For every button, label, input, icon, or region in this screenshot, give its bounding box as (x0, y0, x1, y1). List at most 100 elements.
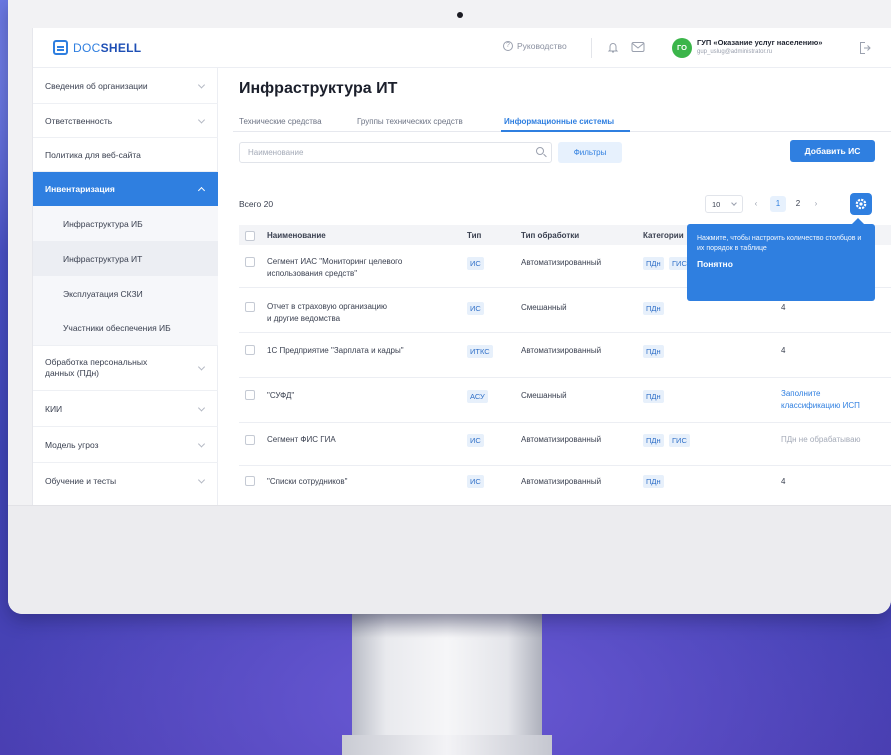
chevron-down-icon (197, 363, 206, 371)
add-system-button[interactable]: Добавить ИС (790, 140, 875, 162)
row-checkbox[interactable] (245, 257, 255, 267)
row-name: Сегмент ИАС "Мониторинг целевого (267, 257, 403, 266)
category-badge: ПДн (643, 257, 664, 270)
sidebar-subitem-skzi[interactable]: Эксплуатация СКЗИ (33, 276, 218, 311)
chevron-up-icon (197, 186, 206, 195)
row-extra: ПДн не обрабатываю (781, 435, 861, 444)
type-badge: ИС (467, 257, 484, 270)
app-header: DOCSHELL ? Руководство ГО ГУП «Оказание … (33, 28, 891, 68)
row-processing: Автоматизированный (521, 477, 602, 486)
category-badge: ПДн (643, 475, 664, 488)
logo-text: DOCSHELL (73, 40, 142, 55)
mail-icon[interactable] (631, 41, 645, 53)
row-name: Отчет в страховую организацию (267, 302, 387, 311)
monitor-stand-base (342, 735, 552, 755)
sidebar-subitem-participants[interactable]: Участники обеспечения ИБ (33, 311, 218, 346)
row-checkbox[interactable] (245, 302, 255, 312)
sidebar-subitem-infra-it[interactable]: Инфраструктура ИТ (33, 241, 218, 276)
category-badge: ГИС (669, 434, 690, 447)
page-size-select[interactable]: 10 (705, 195, 743, 213)
column-name[interactable]: Наименование (267, 231, 326, 240)
type-badge: ИТКС (467, 345, 493, 358)
tab-technical-means[interactable]: Технические средства (239, 117, 322, 126)
help-link[interactable]: ? Руководство (503, 41, 567, 51)
row-checkbox[interactable] (245, 345, 255, 355)
chevron-down-icon (197, 80, 206, 89)
row-name: "СУФД" (267, 391, 295, 400)
chevron-down-icon (197, 403, 206, 412)
settings-tooltip: Нажмите, чтобы настроить количество стол… (687, 218, 875, 301)
type-badge: ИС (467, 434, 484, 447)
help-label: Руководство (517, 41, 567, 51)
row-extra: 4 (781, 303, 786, 312)
column-processing[interactable]: Тип обработки (521, 231, 579, 240)
filters-button[interactable]: Фильтры (558, 142, 622, 163)
row-name: 1С Предприятие "Зарплата и кадры" (267, 346, 404, 355)
sidebar-item-threat-model[interactable]: Модель угроз (33, 427, 218, 463)
header-divider (591, 38, 592, 58)
monitor: DOCSHELL ? Руководство ГО ГУП «Оказание … (8, 0, 891, 614)
logo-icon (53, 40, 68, 55)
bell-icon[interactable] (606, 40, 620, 54)
sidebar-item-responsibility[interactable]: Ответственность (33, 104, 218, 138)
sidebar-item-pdn[interactable]: Обработка персональных данных (ПДн) (33, 346, 218, 391)
monitor-stand-shadow (352, 612, 542, 638)
table-settings-button[interactable] (850, 193, 872, 215)
row-processing: Смешанный (521, 303, 567, 312)
category-badge: ПДн (643, 434, 664, 447)
sidebar-item-inventory[interactable]: Инвентаризация (33, 172, 218, 206)
type-badge: ИС (467, 475, 484, 488)
row-name: Сегмент ФИС ГИА (267, 435, 336, 444)
sidebar-item-website-policy[interactable]: Политика для веб-сайта (33, 138, 218, 172)
total-count: Всего 20 (239, 199, 274, 209)
category-badge: ПДн (643, 345, 664, 358)
search-icon[interactable] (536, 147, 544, 155)
row-processing: Автоматизированный (521, 258, 602, 267)
row-processing: Автоматизированный (521, 346, 602, 355)
chevron-down-icon (197, 439, 206, 448)
page-1[interactable]: 1 (770, 196, 786, 212)
chevron-down-icon (197, 476, 206, 484)
row-name: "Списки сотрудников" (267, 477, 348, 486)
category-badge: ПДн (643, 390, 664, 403)
sidebar: Сведения об организации Ответственность … (33, 68, 218, 505)
search-input[interactable]: Наименование (239, 142, 552, 163)
select-all-checkbox[interactable] (245, 231, 255, 241)
avatar[interactable]: ГО (672, 38, 692, 58)
type-badge: ИС (467, 302, 484, 315)
fill-classification-link[interactable]: Заполните классификацию ИСП (781, 388, 877, 412)
logo[interactable]: DOCSHELL (53, 40, 141, 55)
prev-page-icon[interactable]: ‹ (751, 196, 761, 212)
gear-icon (855, 198, 867, 210)
column-type[interactable]: Тип (467, 231, 481, 240)
sidebar-item-organization[interactable]: Сведения об организации (33, 68, 218, 104)
row-extra: 4 (781, 477, 786, 486)
page-2[interactable]: 2 (790, 196, 806, 212)
row-checkbox[interactable] (245, 390, 255, 400)
tab-technical-groups[interactable]: Группы технических средств (357, 117, 463, 126)
row-checkbox[interactable] (245, 476, 255, 486)
tooltip-text: Нажмите, чтобы настроить количество стол… (697, 235, 862, 252)
next-page-icon[interactable]: › (811, 196, 821, 212)
active-tab-underline (501, 130, 630, 132)
sidebar-item-training[interactable]: Обучение и тесты (33, 463, 218, 499)
row-name-cont: и другие ведомства (267, 314, 341, 323)
tab-information-systems[interactable]: Информационные системы (504, 117, 614, 126)
user-email: gup_uslug@administrator.ru (697, 49, 773, 55)
chevron-down-icon (197, 115, 206, 124)
row-checkbox[interactable] (245, 435, 255, 445)
category-badge: ПДн (643, 302, 664, 315)
tooltip-ok-button[interactable]: Понятно (697, 259, 865, 269)
sidebar-item-kii[interactable]: КИИ (33, 391, 218, 427)
camera (457, 12, 463, 18)
row-processing: Автоматизированный (521, 435, 602, 444)
sidebar-subitem-infra-ib[interactable]: Инфраструктура ИБ (33, 206, 218, 241)
monitor-chin (8, 505, 891, 614)
column-categories[interactable]: Категории (643, 231, 684, 240)
type-badge: АСУ (467, 390, 488, 403)
org-name: ГУП «Оказание услуг населению» (697, 38, 823, 47)
question-icon: ? (503, 41, 513, 51)
row-name-cont: использования средств" (267, 269, 358, 278)
logout-icon[interactable] (859, 41, 871, 55)
row-extra: 4 (781, 346, 786, 355)
